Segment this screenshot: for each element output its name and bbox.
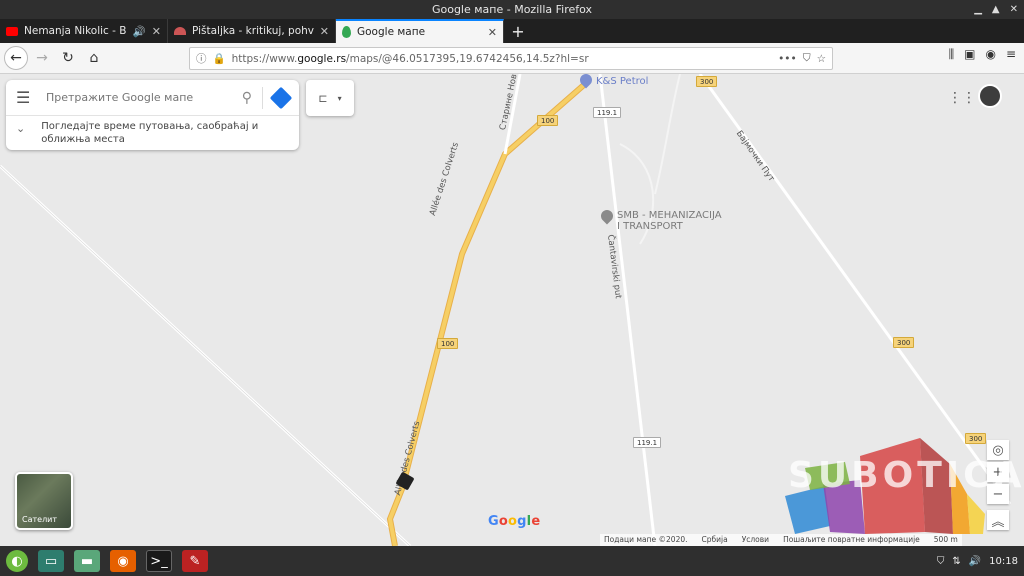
pistaljka-icon (174, 27, 186, 35)
tab-label: Pištaljka - kritikuj, pohvali, u (192, 25, 314, 37)
directions-icon[interactable] (269, 86, 293, 109)
tab-pistaljka[interactable]: Pištaljka - kritikuj, pohvali, u ✕ (168, 19, 336, 43)
navigation-bar: ← → ↻ ⌂ ⓘ 🔒 https://www.google.rs/maps/@… (0, 43, 1024, 74)
travel-info-row[interactable]: ⌄ Погледајте време путовања, саобраћај и… (6, 116, 299, 150)
road-shield-100: 100 (437, 338, 459, 349)
youtube-icon (6, 26, 18, 36)
satellite-toggle[interactable]: Сателит (15, 472, 73, 530)
road-shield-300: 300 (893, 337, 915, 348)
back-button[interactable]: ← (4, 46, 28, 70)
firefox-icon[interactable]: ◉ (110, 550, 136, 572)
travel-info-text: Погледајте време путовања, саобраћај и о… (41, 121, 259, 145)
window-title-text: Google мапе - Mozilla Firefox (431, 3, 593, 16)
url-bar[interactable]: ⓘ 🔒 https://www.google.rs/maps/@46.05173… (189, 47, 833, 70)
maps-pin-icon (342, 26, 351, 38)
road-shield-119-1: 119.1 (593, 107, 622, 118)
account-icon[interactable]: ◉ (985, 47, 995, 62)
window-controls: ▁ ▲ ✕ (974, 0, 1018, 19)
road-shield-100: 100 (537, 115, 559, 126)
caret-down-icon: ▾ (337, 93, 342, 103)
minimize-icon[interactable]: ▁ (974, 0, 982, 19)
bookmark-star-icon[interactable]: ☆ (817, 53, 826, 65)
toolbar-right: ⫼ ▣ ◉ ≡ (949, 47, 1016, 62)
footer-country[interactable]: Србија (702, 534, 728, 546)
collapse-panel-icon: ⊏ (318, 91, 328, 105)
sidebar-icon[interactable]: ▣ (964, 47, 975, 62)
app-icon[interactable]: ✎ (182, 550, 208, 572)
pocket-icon[interactable]: ⛉ (803, 52, 811, 65)
satellite-label: Сателит (22, 515, 58, 524)
map-footer: Подаци мапе ©2020. Србија Услови Пошаљит… (600, 534, 962, 546)
terminal-icon[interactable]: >_ (146, 550, 172, 572)
network-icon[interactable]: ⇅ (952, 556, 960, 567)
tab-close-icon[interactable]: ✕ (320, 25, 329, 38)
search-icon[interactable]: ⚲ (242, 90, 252, 106)
hamburger-menu-icon[interactable]: ☰ (16, 88, 36, 107)
mint-menu-icon[interactable]: ◐ (6, 550, 28, 572)
page-actions-icon[interactable]: ••• (778, 53, 797, 65)
system-tray: ⛉ ⇅ 🔊 10:18 (937, 546, 1018, 576)
chevron-down-icon[interactable]: ⌄ (16, 122, 25, 135)
window-title: Google мапе - Mozilla Firefox ▁ ▲ ✕ (0, 0, 1024, 19)
divider (262, 86, 263, 109)
url-text[interactable]: https://www.google.rs/maps/@46.0517395,1… (232, 53, 773, 65)
tab-bar: Nemanja Nikolic - Bebo 🔊 ✕ Pištaljka - k… (0, 19, 1024, 43)
footer-scale[interactable]: 500 m (934, 534, 958, 546)
footer-terms[interactable]: Услови (742, 534, 769, 546)
files-icon[interactable]: ▬ (74, 550, 100, 572)
search-input[interactable] (46, 91, 232, 104)
info-icon[interactable]: ⓘ (196, 51, 207, 66)
tab-youtube[interactable]: Nemanja Nikolic - Bebo 🔊 ✕ (0, 19, 168, 43)
footer-feedback[interactable]: Пошаљите повратне информације (783, 534, 920, 546)
show-desktop-icon[interactable]: ▭ (38, 550, 64, 572)
search-panel: ☰ ⚲ ⌄ Погледајте време путовања, саобраћ… (6, 80, 299, 150)
reload-button[interactable]: ↻ (56, 46, 80, 70)
avatar[interactable] (978, 84, 1002, 108)
road-shield-300: 300 (696, 76, 718, 87)
tab-close-icon[interactable]: ✕ (488, 26, 497, 39)
tab-label: Google мапе (357, 26, 426, 38)
google-logo: Google (488, 514, 541, 529)
close-icon[interactable]: ✕ (1010, 0, 1018, 19)
home-button[interactable]: ⌂ (82, 46, 106, 70)
new-tab-button[interactable]: + (504, 19, 532, 43)
volume-icon[interactable]: 🔊 (969, 556, 981, 567)
watermark-text: SUBOTICA (788, 455, 1024, 496)
road-shield-119-1: 119.1 (633, 437, 662, 448)
tab-label: Nemanja Nikolic - Bebo (24, 25, 127, 37)
shield-icon[interactable]: ⛉ (937, 556, 945, 567)
maximize-icon[interactable]: ▲ (992, 0, 1000, 19)
poi-smb-label[interactable]: SMB - MEHANIZACIJA I TRANSPORT (617, 210, 722, 232)
taskbar: ◐ ▭ ▬ ◉ >_ ✎ (0, 546, 1024, 576)
forward-button[interactable]: → (30, 46, 54, 70)
footer-data: Подаци мапе ©2020. (604, 535, 688, 544)
speaker-icon[interactable]: 🔊 (133, 25, 146, 38)
poi-petrol-label[interactable]: K&S Petrol (596, 76, 648, 87)
clock[interactable]: 10:18 (989, 556, 1018, 567)
layers-button[interactable]: ⊏ ▾ (306, 80, 354, 116)
lock-icon[interactable]: 🔒 (213, 52, 226, 65)
poi-smb-line1: SMB - MEHANIZACIJA (617, 210, 722, 221)
tab-close-icon[interactable]: ✕ (152, 25, 161, 38)
poi-smb-line2: I TRANSPORT (617, 221, 683, 232)
tab-google-maps[interactable]: Google мапе ✕ (336, 19, 504, 43)
menu-icon[interactable]: ≡ (1006, 47, 1016, 62)
search-row: ☰ ⚲ (6, 80, 299, 116)
library-icon[interactable]: ⫼ (949, 47, 955, 62)
